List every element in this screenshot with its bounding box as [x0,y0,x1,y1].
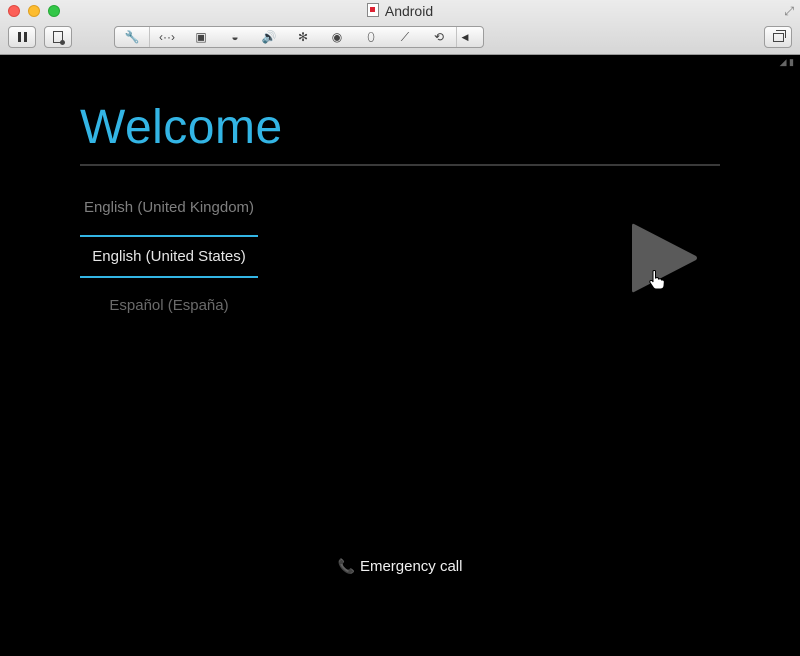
emergency-call-label: Emergency call [359,558,463,575]
window-mode-icon [772,29,786,42]
camera-button[interactable]: ◉ [320,27,354,47]
emergency-call-button[interactable]: 📞 Emergency call [0,558,800,575]
network-icon: ‹··› [159,30,175,44]
window-mode-button[interactable] [764,26,792,48]
network-button[interactable]: ‹··› [150,27,184,47]
battery-icon: ▮ [789,57,794,67]
title-bar: Android ⤢ 🔧 ‹··› ▣ ◒ 🔊 ✻ ◉ ⬯ ⟋ ⟲ ◀ [0,0,800,55]
language-option-english-uk[interactable]: English (United Kingdom) [80,199,258,216]
window-title-text: Android [384,3,434,19]
optical-drive-icon: ◒ [231,30,239,44]
optical-drive-button[interactable]: ◒ [218,27,252,47]
hand-cursor-icon [649,270,665,290]
hard-disk-button[interactable]: ▣ [184,27,218,47]
bluetooth-icon: ✻ [297,30,309,44]
next-button[interactable] [628,220,704,296]
android-status-bar: ◢ ▮ [780,57,794,68]
pause-icon [17,32,27,42]
vm-window: Android ⤢ 🔧 ‹··› ▣ ◒ 🔊 ✻ ◉ ⬯ ⟋ ⟲ ◀ ◢ ▮ W… [0,0,800,656]
vm-document-icon [366,3,379,17]
sync-icon: ⟲ [433,30,445,44]
pause-button[interactable] [8,26,36,48]
sound-icon: 🔊 [261,30,277,44]
welcome-title: Welcome [80,101,283,154]
hard-disk-icon: ▣ [195,30,207,44]
window-title: Android [0,3,800,19]
usb-icon: ⟋ [400,29,410,44]
sound-button[interactable]: 🔊 [252,27,286,47]
language-option-spanish-spain[interactable]: Español (España) [80,297,258,314]
mouse-button[interactable]: ⬯ [354,27,388,47]
title-divider [80,164,720,166]
triangle-left-icon: ◀ [461,31,469,42]
fullscreen-icon[interactable]: ⤢ [784,4,794,19]
snapshot-icon [53,31,65,45]
wrench-icon: 🔧 [124,30,140,44]
snapshot-button[interactable] [44,26,72,48]
device-toolbar: 🔧 ‹··› ▣ ◒ 🔊 ✻ ◉ ⬯ ⟋ ⟲ ◀ [114,26,484,48]
phone-icon: 📞 [337,558,355,574]
sync-button[interactable]: ⟲ [422,27,456,47]
selection-indicator-top [80,235,258,237]
camera-icon: ◉ [331,30,343,44]
language-option-english-us[interactable]: English (United States) [80,248,258,265]
mouse-icon: ⬯ [367,29,375,44]
settings-button[interactable]: 🔧 [115,27,150,47]
bluetooth-button[interactable]: ✻ [286,27,320,47]
signal-icon: ◢ [779,57,787,67]
usb-button[interactable]: ⟋ [388,27,422,47]
selection-indicator-bottom [80,276,258,278]
collapse-toolbar-button[interactable]: ◀ [456,27,473,47]
